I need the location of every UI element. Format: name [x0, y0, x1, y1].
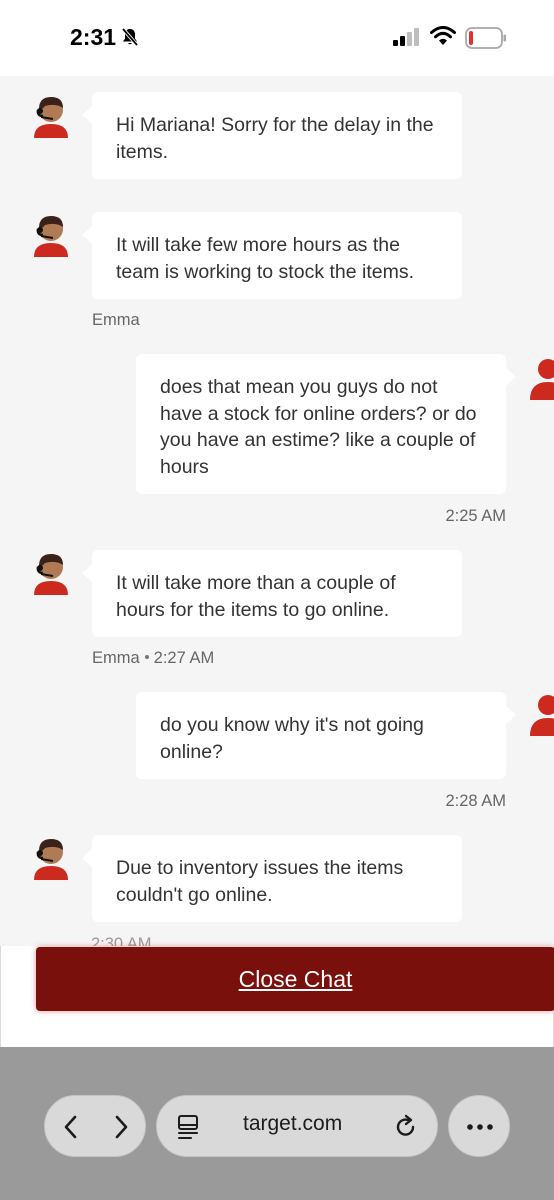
message-bubble: Hi Mariana! Sorry for the delay in the i… [92, 92, 462, 179]
url-text: target.com [243, 1112, 343, 1135]
agent-avatar-icon [34, 554, 68, 595]
message-text: Hi Mariana! Sorry for the delay in the i… [116, 114, 434, 163]
message-timestamp: 2:30 AM [91, 935, 152, 946]
back-arrow-icon[interactable] [61, 1114, 81, 1140]
bell-slash-icon [121, 27, 139, 47]
address-bar[interactable]: target.com [156, 1095, 438, 1157]
message-timestamp: 2:27 AM [153, 649, 215, 667]
navigation-controls [44, 1095, 146, 1157]
message-timestamp: 2:28 AM [445, 792, 506, 810]
wifi-icon [430, 26, 456, 45]
message-text: do you know why it's not going online? [160, 714, 424, 763]
status-time: 2:31 [70, 24, 117, 50]
chat-footer: Close Chat [0, 946, 554, 1048]
agent-avatar-icon [34, 97, 68, 138]
message-bubble: It will take few more hours as the team … [92, 212, 462, 299]
message-text: Due to inventory issues the items couldn… [116, 857, 404, 906]
message-text: It will take few more hours as the team … [116, 234, 415, 283]
message-timestamp: 2:25 AM [445, 507, 506, 525]
sender-name: Emma [92, 311, 140, 329]
battery-low-icon [465, 27, 506, 49]
bubble-tail [82, 849, 92, 867]
message-meta: Emma 2:27 AM [92, 649, 214, 668]
page-menu-icon[interactable] [177, 1114, 199, 1140]
more-button[interactable] [448, 1095, 510, 1157]
sender-name: Emma [92, 649, 140, 667]
separator-dot [144, 654, 149, 659]
bubble-tail [506, 368, 516, 386]
message-bubble: do you know why it's not going online? [136, 692, 506, 779]
bubble-tail [506, 706, 516, 724]
forward-arrow-icon[interactable] [111, 1114, 131, 1140]
bubble-tail [82, 106, 92, 124]
message-text: does that mean you guys do not have a st… [160, 376, 477, 478]
browser-toolbar: target.com [0, 1047, 554, 1200]
reload-icon[interactable] [394, 1114, 418, 1140]
bubble-tail [82, 564, 92, 582]
agent-avatar-icon [34, 216, 68, 257]
message-bubble: does that mean you guys do not have a st… [136, 354, 506, 494]
agent-avatar-icon [34, 839, 68, 880]
message-bubble: It will take more than a couple of hours… [92, 550, 462, 637]
user-avatar-icon [530, 359, 554, 400]
status-bar: 2:31 [0, 0, 554, 76]
bubble-tail [82, 226, 92, 244]
close-chat-button[interactable]: Close Chat [36, 947, 554, 1011]
message-text: It will take more than a couple of hours… [116, 572, 396, 621]
cellular-signal-icon [393, 28, 419, 46]
user-avatar-icon [530, 695, 554, 736]
close-chat-label: Close Chat [238, 965, 353, 992]
more-icon [467, 1124, 493, 1130]
chat-transcript[interactable]: Hi Mariana! Sorry for the delay in the i… [0, 76, 554, 946]
message-bubble: Due to inventory issues the items couldn… [92, 835, 462, 922]
